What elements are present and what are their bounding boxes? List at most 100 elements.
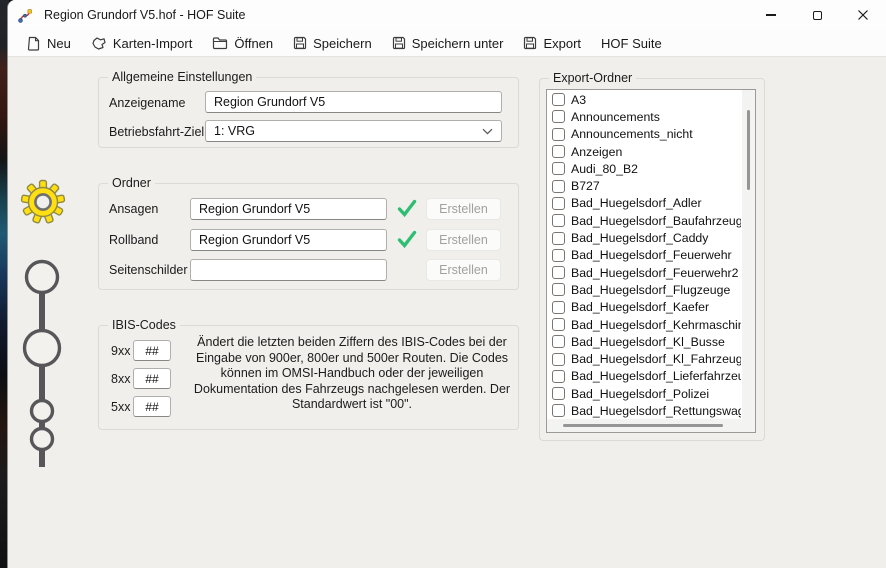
toolbar-item-speichern[interactable]: Speichern [283,33,382,54]
ibis-9xx-label: 9xx [111,344,130,358]
vertical-scrollbar[interactable] [742,90,755,419]
toolbar-item-speichern-unter[interactable]: Speichern unter [382,33,514,54]
export-folder-item[interactable]: Bad_Huegelsdorf_Rettungswagen [548,402,741,418]
erstellen-button-seitenschilder[interactable]: Erstellen [426,259,501,281]
minimize-button[interactable] [748,0,794,30]
folder-name: Bad_Huegelsdorf_Adler [571,196,702,210]
folder-name: Bad_Huegelsdorf_Lieferfahrzeug [571,369,741,383]
toolbar-item-label: Speichern unter [412,36,504,51]
close-icon [857,9,869,21]
folder-checkbox[interactable] [552,214,565,227]
vertical-scrollbar-thumb[interactable] [747,110,750,190]
horizontal-scrollbar[interactable] [547,419,742,432]
toolbar-item-export[interactable]: Export [513,33,591,54]
folder-name: Bad_Huegelsdorf_Rettungswagen [571,404,741,418]
map-icon [91,36,107,51]
folder-checkbox[interactable] [552,353,565,366]
folder-checkbox[interactable] [552,197,565,210]
folder-name: Bad_Huegelsdorf_Feuerwehr [571,248,732,262]
folder-checkbox[interactable] [552,335,565,348]
anzeigename-label: Anzeigename [109,96,185,110]
betriebsfahrt-ziel-label: Betriebsfahrt-Ziel [109,125,204,139]
toolbar-item-neu[interactable]: Neu [17,33,81,54]
export-folder-item[interactable]: Bad_Huegelsdorf_Adler [548,195,741,212]
folder-checkbox[interactable] [552,162,565,175]
folder-name: B727 [571,179,600,193]
ordner-legend: Ordner [108,176,155,190]
folder-name: Bad_Huegelsdorf_Polizei [571,387,709,401]
erstellen-button-rollband[interactable]: Erstellen [426,229,501,251]
toolbar-item-hof-suite[interactable]: HOF Suite [591,33,672,54]
ibis-8xx-input[interactable] [133,368,171,389]
export-folder-item[interactable]: Bad_Huegelsdorf_Kl_Fahrzeuge [548,350,741,367]
ibis-codes-legend: IBIS-Codes [108,318,180,332]
folder-name: Bad_Huegelsdorf_Kl_Fahrzeuge [571,352,741,366]
folder-name: A3 [571,93,586,107]
export-folder-item[interactable]: B727 [548,177,741,194]
folder-checkbox[interactable] [552,283,565,296]
export-folder-item[interactable]: Bad_Huegelsdorf_Lieferfahrzeug [548,368,741,385]
toolbar-item--ffnen[interactable]: Öffnen [202,33,283,54]
scrollbar-corner [742,419,755,432]
export-folder-item[interactable]: Announcements_nicht [548,126,741,143]
ordner-groupbox: Ordner Ansagen ErstellenRollband Erstell… [98,183,519,290]
export-ordner-legend: Export-Ordner [549,71,636,85]
export-folder-item[interactable]: Anzeigen [548,143,741,160]
export-folder-item[interactable]: Bad_Huegelsdorf_Flugzeuge [548,281,741,298]
export-folder-item[interactable]: Bad_Huegelsdorf_Baufahrzeuge [548,212,741,229]
save-as-icon [392,36,406,50]
folder-checkbox[interactable] [552,93,565,106]
seitenschilder-input[interactable] [190,259,387,281]
folder-checkbox[interactable] [552,301,565,314]
betriebsfahrt-ziel-select[interactable]: 1: VRG [205,120,502,142]
export-folder-item[interactable]: A3 [548,91,741,108]
ansagen-valid-check-icon [396,197,418,219]
horizontal-scrollbar-thumb[interactable] [563,424,723,427]
folder-checkbox[interactable] [552,110,565,123]
export-folder-item[interactable]: Bad_Huegelsdorf_Caddy [548,229,741,246]
open-folder-icon [212,36,228,50]
export-folder-item[interactable]: Announcements [548,108,741,125]
export-folder-listbox: A3Announcements Announcements_nicht Anzeig… [546,89,756,433]
folder-name: Bad_Huegelsdorf_Kl_Busse [571,335,725,349]
export-folder-item[interactable]: Bad_Huegelsdorf_Feuerwehr [548,247,741,264]
folder-name: Bad_Huegelsdorf_Baufahrzeuge [571,214,741,228]
route-nodes-decoration [20,255,68,468]
export-icon [523,36,537,50]
maximize-button[interactable] [794,0,840,30]
folder-checkbox[interactable] [552,266,565,279]
folder-checkbox[interactable] [552,370,565,383]
folder-checkbox[interactable] [552,404,565,417]
toolbar-item-label: HOF Suite [601,36,662,51]
export-folder-item[interactable]: Audi_80_B2 [548,160,741,177]
folder-checkbox[interactable] [552,232,565,245]
folder-name: Anzeigen [571,145,622,159]
folder-checkbox[interactable] [552,249,565,262]
rollband-input[interactable] [190,229,387,251]
toolbar-item-karten-import[interactable]: Karten-Import [81,33,202,54]
ansagen-input[interactable] [190,198,387,220]
minimize-icon [766,14,776,15]
anzeigename-input[interactable] [205,91,502,113]
ibis-9xx-input[interactable] [133,340,171,361]
folder-checkbox[interactable] [552,180,565,193]
folder-name: Announcements_nicht [571,127,693,141]
folder-checkbox[interactable] [552,145,565,158]
export-folder-item[interactable]: Bad_Huegelsdorf_Kl_Busse [548,333,741,350]
folder-name: Bad_Huegelsdorf_Caddy [571,231,708,245]
export-folder-item[interactable]: Bad_Huegelsdorf_Kehrmaschine [548,316,741,333]
folder-checkbox[interactable] [552,318,565,331]
folder-checkbox[interactable] [552,387,565,400]
ibis-8xx-label: 8xx [111,372,130,386]
ibis-5xx-input[interactable] [133,396,171,417]
ibis-5xx-label: 5xx [111,400,130,414]
export-folder-item[interactable]: Bad_Huegelsdorf_Feuerwehr2 [548,264,741,281]
toolbar-item-label: Öffnen [234,36,273,51]
folder-checkbox[interactable] [552,128,565,141]
seitenschilder-label: Seitenschilder [109,263,188,277]
close-button[interactable] [840,0,886,30]
export-folder-item[interactable]: Bad_Huegelsdorf_Polizei [548,385,741,402]
export-folder-item[interactable]: Bad_Huegelsdorf_Kaefer [548,299,741,316]
ansagen-label: Ansagen [109,202,158,216]
erstellen-button-ansagen[interactable]: Erstellen [426,198,501,220]
